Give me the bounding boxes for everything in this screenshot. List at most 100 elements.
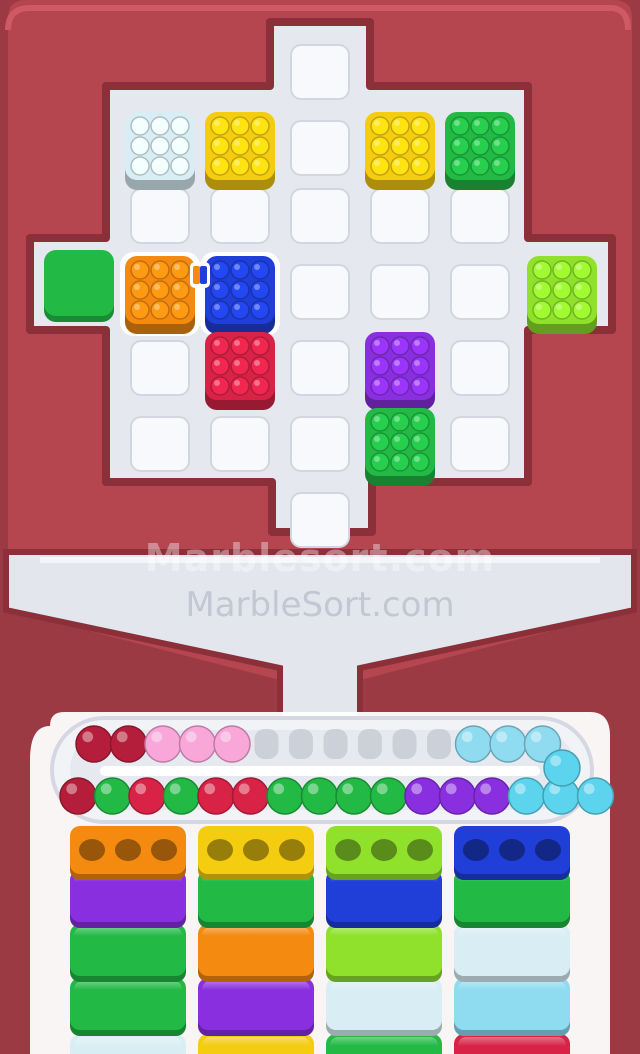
- marble-highlight: [185, 731, 197, 743]
- pink-marble: [178, 725, 217, 763]
- box-marble: [130, 300, 150, 320]
- empty-slot[interactable]: [130, 416, 190, 472]
- maroon-marble: [109, 725, 148, 763]
- marble-highlight: [394, 456, 400, 462]
- marble-highlight: [414, 160, 420, 166]
- empty-slot[interactable]: [290, 416, 350, 472]
- box-marble: [410, 376, 430, 396]
- lime-marble-box[interactable]: [527, 256, 597, 334]
- box-marble: [490, 136, 510, 156]
- marble-highlight: [454, 120, 460, 126]
- box-marble: [552, 280, 572, 300]
- box-marble: [230, 136, 250, 156]
- marble-highlight: [530, 731, 542, 743]
- green-marble-box[interactable]: [365, 408, 435, 486]
- box-marble: [210, 156, 230, 176]
- box-marble: [470, 116, 490, 136]
- box-marble: [470, 136, 490, 156]
- empty-slot[interactable]: [290, 44, 350, 100]
- box-marble: [490, 156, 510, 176]
- layer-shine: [330, 927, 438, 945]
- empty-slot[interactable]: [450, 188, 510, 244]
- purple-marble: [404, 777, 442, 815]
- side-block[interactable]: [44, 250, 114, 316]
- marble-highlight: [154, 120, 160, 126]
- crimson-marble: [197, 777, 235, 815]
- box-marble: [150, 136, 170, 156]
- marble-highlight: [342, 783, 354, 795]
- box-marble: [552, 300, 572, 320]
- marble-stack-1[interactable]: [70, 826, 186, 1054]
- box-marble: [470, 156, 490, 176]
- empty-marble-hole: [243, 839, 269, 861]
- marble-stack-4[interactable]: [454, 826, 570, 1054]
- green-marble-box[interactable]: [445, 112, 515, 190]
- box-marble: [210, 300, 230, 320]
- empty-slot[interactable]: [290, 264, 350, 320]
- green-marble: [93, 777, 132, 815]
- empty-slot[interactable]: [370, 264, 430, 320]
- box-marble: [230, 300, 250, 320]
- box-marble: [230, 260, 250, 280]
- marble-highlight: [394, 160, 400, 166]
- empty-slot[interactable]: [290, 492, 350, 548]
- box-marble: [210, 356, 230, 376]
- marble-highlight: [214, 160, 220, 166]
- marble-highlight: [234, 160, 240, 166]
- marble-stack-3[interactable]: [326, 826, 442, 1054]
- cyan-marble: [543, 749, 581, 787]
- crimson-marble-box[interactable]: [205, 332, 275, 410]
- marble-highlight: [214, 284, 220, 290]
- empty-slot[interactable]: [450, 264, 510, 320]
- marble-highlight: [474, 140, 480, 146]
- marble-highlight: [374, 416, 380, 422]
- empty-slot[interactable]: [450, 340, 510, 396]
- marble-highlight: [394, 416, 400, 422]
- green-marble: [162, 777, 201, 815]
- box-marble: [410, 356, 430, 376]
- blue-marble-box[interactable]: [200, 252, 280, 336]
- empty-slot[interactable]: [450, 416, 510, 472]
- box-marble: [370, 156, 390, 176]
- marble-highlight: [414, 380, 420, 386]
- marble-highlight: [374, 140, 380, 146]
- marble-highlight: [174, 304, 180, 310]
- box-marble: [410, 412, 430, 432]
- box-marble: [532, 260, 552, 280]
- marble-highlight: [234, 120, 240, 126]
- empty-slot[interactable]: [210, 416, 270, 472]
- marble-highlight: [394, 120, 400, 126]
- box-marble: [170, 136, 190, 156]
- empty-conveyor-slot: [358, 729, 382, 759]
- empty-slot[interactable]: [290, 340, 350, 396]
- box-marble: [230, 280, 250, 300]
- yellow-marble-box[interactable]: [365, 112, 435, 190]
- empty-slot[interactable]: [290, 188, 350, 244]
- box-marble: [370, 356, 390, 376]
- marble-highlight: [234, 340, 240, 346]
- marble-highlight: [214, 304, 220, 310]
- marble-highlight: [174, 140, 180, 146]
- purple-marble-box[interactable]: [365, 332, 435, 410]
- marble-highlight: [254, 284, 260, 290]
- empty-slot[interactable]: [290, 120, 350, 176]
- marble-highlight: [254, 160, 260, 166]
- marble-stack-2[interactable]: [198, 826, 314, 1054]
- box-marble: [130, 116, 150, 136]
- marble-highlight: [214, 360, 220, 366]
- marble-highlight: [394, 360, 400, 366]
- empty-slot[interactable]: [210, 188, 270, 244]
- yellow-marble-box[interactable]: [205, 112, 275, 190]
- marble-highlight: [411, 783, 423, 795]
- empty-slot[interactable]: [370, 188, 430, 244]
- orange-marble-box[interactable]: [120, 252, 200, 336]
- marble-highlight: [154, 304, 160, 310]
- box-marble: [150, 116, 170, 136]
- white-marble-box[interactable]: [125, 112, 195, 190]
- empty-slot[interactable]: [130, 188, 190, 244]
- marble-highlight: [134, 264, 140, 270]
- empty-slot[interactable]: [130, 340, 190, 396]
- box-marble: [390, 432, 410, 452]
- box-marble: [450, 136, 470, 156]
- marble-highlight: [234, 284, 240, 290]
